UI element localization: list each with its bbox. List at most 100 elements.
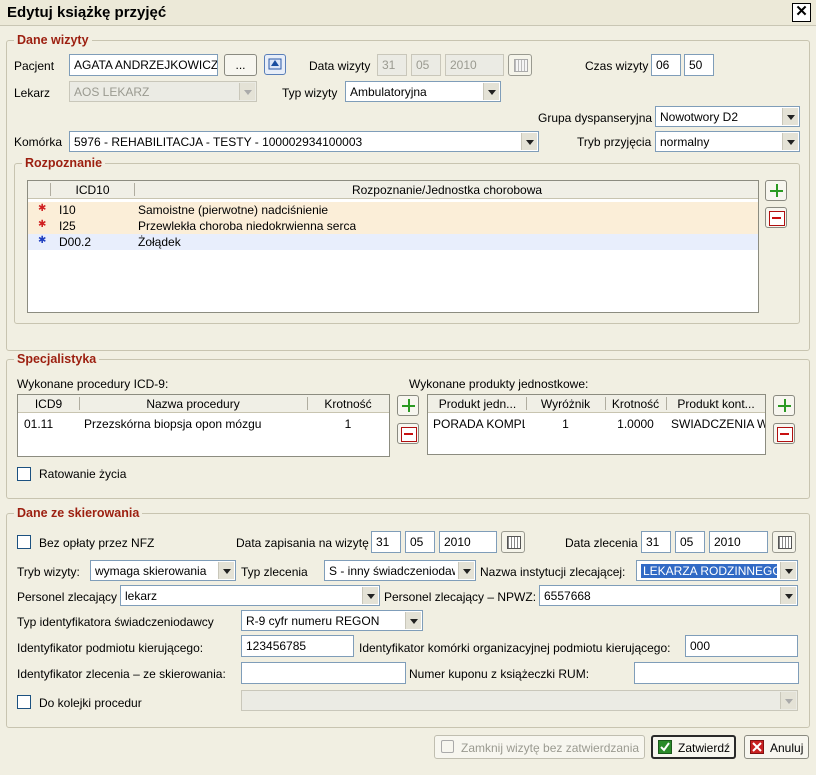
pacjent-field[interactable]: AGATA ANDRZEJKOWICZ <box>69 54 218 76</box>
remove-procedure-icon[interactable] <box>397 423 419 444</box>
chevron-down-icon <box>780 562 796 579</box>
typ-identyfikatora-select[interactable]: R-9 cyfr numeru REGON <box>241 610 423 631</box>
close-icon[interactable]: ✕ <box>792 3 811 22</box>
column-header-kont: Produkt kont... <box>677 397 755 411</box>
chevron-down-icon <box>458 562 474 579</box>
kolejka-checkbox[interactable] <box>17 695 31 709</box>
data-wizyty-year[interactable]: 2010 <box>445 54 504 76</box>
rozpoznanie-legend: Rozpoznanie <box>25 156 103 170</box>
tryb-przyjecia-select[interactable]: normalny <box>655 131 800 152</box>
calendar-icon[interactable] <box>772 531 796 553</box>
table-row[interactable]: PORADA KOMPL 1 1.0000 SWIADCZENIA W <box>428 416 765 432</box>
remove-diagnosis-icon[interactable] <box>765 207 787 228</box>
add-product-icon[interactable] <box>773 395 795 416</box>
komorka-select[interactable]: 5976 - REHABILITACJA - TESTY - 100002934… <box>69 131 539 152</box>
lekarz-label: Lekarz <box>14 86 51 100</box>
chevron-down-icon <box>405 612 421 629</box>
personel-value: lekarz <box>125 589 158 603</box>
grupa-select[interactable]: Nowotwory D2 <box>655 106 800 127</box>
zlecenia-day[interactable]: 31 <box>641 531 671 553</box>
skierowanie-legend: Dane ze skierowania <box>17 506 140 520</box>
secondary-star-icon: ✱ <box>38 235 47 246</box>
komorka-value: 5976 - REHABILITACJA - TESTY - 100002934… <box>74 135 363 149</box>
produkty-label: Wykonane produkty jednostkowe: <box>409 377 589 391</box>
row-nazwa: Przezskórna biopsja opon mózgu <box>84 417 262 431</box>
tryb-przyjecia-value: normalny <box>660 135 710 149</box>
column-header-produkt: Produkt jedn... <box>438 397 517 411</box>
chevron-down-icon <box>521 133 537 150</box>
zatwierdz-button[interactable]: Zatwierdź <box>651 735 736 759</box>
data-wizyty-day[interactable]: 31 <box>377 54 407 76</box>
table-row[interactable]: 01.11 Przezskórna biopsja opon mózgu 1 <box>18 416 389 432</box>
table-row[interactable]: ✱ I10 Samoistne (pierwotne) nadciśnienie <box>28 202 758 218</box>
zamknij-bez-zatwierdzania-button[interactable]: Zamknij wizytę bez zatwierdzania <box>434 735 645 759</box>
ident-zlecenia-field[interactable] <box>241 662 406 684</box>
add-diagnosis-icon[interactable] <box>765 180 787 201</box>
nazwa-instytucji-text: LEKARZA RODZINNEGO <box>641 564 777 578</box>
calendar-icon[interactable] <box>508 54 532 76</box>
ident-komorki-label: Identyfikator komórki organizacyjnej pod… <box>359 641 671 655</box>
numer-kuponu-field[interactable] <box>634 662 799 684</box>
ident-podmiotu-field[interactable]: 123456785 <box>241 635 354 657</box>
typ-identyfikatora-value: R-9 cyfr numeru REGON <box>246 614 380 628</box>
title-bar: Edytuj książkę przyjęć ✕ <box>0 0 816 26</box>
row-krotnosc: 1 <box>344 417 352 431</box>
typ-wizyty-select[interactable]: Ambulatoryjna <box>345 81 501 102</box>
primary-star-icon: ✱ <box>38 203 47 214</box>
czas-hour-field[interactable]: 06 <box>651 54 681 76</box>
komorka-label: Komórka <box>14 135 63 149</box>
czas-minute-field[interactable]: 50 <box>684 54 714 76</box>
chevron-down-icon <box>782 108 798 125</box>
zatwierdz-label: Zatwierdź <box>678 741 731 755</box>
calendar-icon[interactable] <box>501 531 525 553</box>
grupa-value: Nowotwory D2 <box>660 110 739 124</box>
remove-product-icon[interactable] <box>773 423 795 444</box>
column-header-icd9: ICD9 <box>34 397 63 411</box>
anuluj-button[interactable]: Anuluj <box>744 735 809 759</box>
add-procedure-icon[interactable] <box>397 395 419 416</box>
produkty-table[interactable]: Produkt jedn... Wyróżnik Krotność Produk… <box>427 394 766 455</box>
zapisania-year[interactable]: 2010 <box>439 531 497 553</box>
zlecenia-month[interactable]: 05 <box>675 531 705 553</box>
primary-star-icon: ✱ <box>38 219 47 230</box>
tryb-przyjecia-label: Tryb przyjęcia <box>577 135 652 149</box>
typ-zlecenia-select[interactable]: S - inny świadczeniodawca <box>324 560 476 581</box>
lekarz-select[interactable]: AOS LEKARZ <box>69 81 257 102</box>
personel-npwz-select[interactable]: 6557668 <box>539 585 798 606</box>
rozpoznanie-table[interactable]: ICD10 Rozpoznanie/Jednostka chorobowa ✱ … <box>27 180 759 313</box>
procedury-table[interactable]: ICD9 Nazwa procedury Krotność 01.11 Prze… <box>17 394 390 457</box>
grupa-label: Grupa dyspanseryjna <box>538 111 653 125</box>
numer-kuponu-label: Numer kuponu z książeczki RUM: <box>409 667 590 681</box>
browse-patient-button[interactable]: ... <box>224 54 257 76</box>
typ-wizyty-value: Ambulatoryjna <box>350 85 427 99</box>
chevron-down-icon <box>483 83 499 100</box>
personel-select[interactable]: lekarz <box>120 585 380 606</box>
chevron-down-icon <box>239 83 255 100</box>
nazwa-instytucji-label: Nazwa instytucji zlecającej: <box>480 565 626 579</box>
ident-komorki-field[interactable]: 000 <box>685 635 798 657</box>
table-header: ICD9 Nazwa procedury Krotność <box>18 395 389 413</box>
row-name: Żołądek <box>138 235 181 249</box>
table-row[interactable]: ✱ D00.2 Żołądek <box>28 234 758 250</box>
zapisania-day[interactable]: 31 <box>371 531 401 553</box>
upload-icon[interactable] <box>264 54 286 75</box>
table-header: Produkt jedn... Wyróżnik Krotność Produk… <box>428 395 765 413</box>
column-header-icd10: ICD10 <box>75 183 110 197</box>
tryb-wizyty-select[interactable]: wymaga skierowania <box>90 560 236 581</box>
czas-wizyty-label: Czas wizyty <box>585 59 649 73</box>
zapisania-month[interactable]: 05 <box>405 531 435 553</box>
bez-oplaty-label: Bez opłaty przez NFZ <box>39 536 155 550</box>
procedury-label: Wykonane procedury ICD-9: <box>17 377 169 391</box>
row-icd9: 01.11 <box>24 417 54 431</box>
bez-oplaty-checkbox[interactable] <box>17 535 31 549</box>
zlecenia-year[interactable]: 2010 <box>709 531 768 553</box>
data-wizyty-month[interactable]: 05 <box>411 54 441 76</box>
kolejka-select[interactable] <box>241 690 798 711</box>
row-name: Przewlekła choroba niedokrwienna serca <box>138 219 357 233</box>
personel-label: Personel zlecający <box>17 590 118 604</box>
ratowanie-checkbox[interactable] <box>17 467 31 481</box>
typ-zlecenia-value: S - inny świadczeniodawca <box>329 564 455 578</box>
tryb-wizyty-value: wymaga skierowania <box>95 564 207 578</box>
nazwa-instytucji-select[interactable]: LEKARZA RODZINNEGO <box>636 560 798 581</box>
table-row[interactable]: ✱ I25 Przewlekła choroba niedokrwienna s… <box>28 218 758 234</box>
